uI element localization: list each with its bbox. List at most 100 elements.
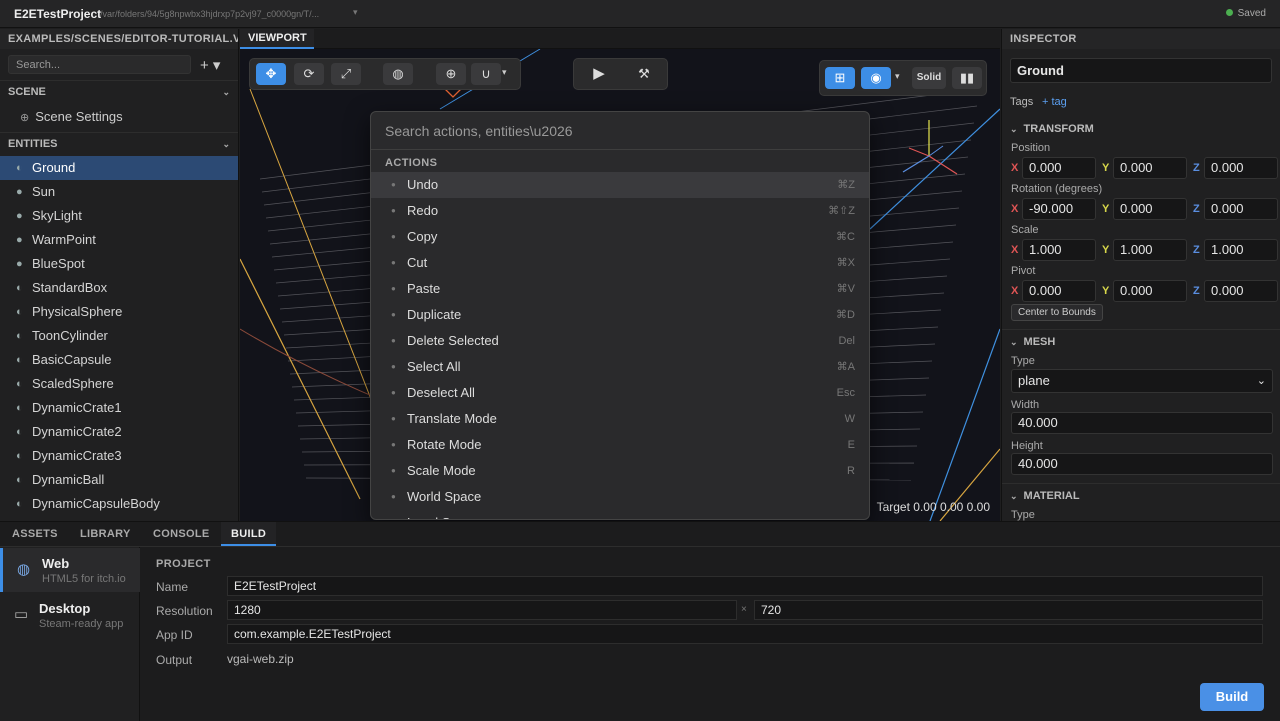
tab-build[interactable]: BUILD <box>221 522 277 546</box>
tab-assets[interactable]: ASSETS <box>2 522 68 546</box>
entity-item[interactable]: ◐ ToonCylinder <box>0 324 238 348</box>
palette-action-item[interactable]: ● Paste ⌘V <box>371 276 869 302</box>
palette-action-item[interactable]: ● Undo ⌘Z <box>371 172 869 198</box>
bullet-icon: ● <box>391 510 396 519</box>
scene-path: EXAMPLES/SCENES/EDITOR-TUTORIAL.VS <box>0 29 238 49</box>
solid-shading-button[interactable]: Solid <box>912 67 946 89</box>
palette-action-item[interactable]: ● Local Space <box>371 510 869 519</box>
resolution-height-field[interactable]: 720 <box>754 600 1263 620</box>
bullet-icon: ● <box>391 440 396 449</box>
rotation-x-field[interactable]: -90.000 <box>1022 198 1096 220</box>
height-field[interactable]: 40.000 <box>1011 453 1273 475</box>
mesh-section-header[interactable]: ⌄ MESH <box>1010 336 1055 348</box>
play-icon[interactable]: ▶ <box>584 63 614 85</box>
tab-console[interactable]: CONSOLE <box>143 522 220 546</box>
tab-library[interactable]: LIBRARY <box>70 522 141 546</box>
target-web[interactable]: ◍ Web HTML5 for itch.io <box>0 548 140 592</box>
entity-item[interactable]: ● Sun <box>0 180 238 204</box>
pivot-icon[interactable]: ⊕ <box>436 63 466 85</box>
entity-item[interactable]: ◐ ScaledSphere <box>0 372 238 396</box>
save-status: Saved <box>1225 8 1266 19</box>
move-tool-icon[interactable]: ✥ <box>256 63 286 85</box>
target-desktop[interactable]: ▭ Desktop Steam-ready app <box>0 593 140 637</box>
entity-item[interactable]: ◐ DynamicCrate3 <box>0 444 238 468</box>
entity-item[interactable]: ◐ BasicCapsule <box>0 348 238 372</box>
app-id-field[interactable]: com.example.E2ETestProject <box>227 624 1263 644</box>
rotation-y-field[interactable]: 0.000 <box>1113 198 1187 220</box>
world-space-icon[interactable]: ◍ <box>383 63 413 85</box>
build-hammer-icon[interactable]: ⚒ <box>629 63 659 85</box>
entity-item[interactable]: ◐ PhysicalSphere <box>0 300 238 324</box>
chevron-down-icon[interactable]: ▾ <box>502 67 507 78</box>
shortcut-hint: ⌘X <box>836 257 855 269</box>
visibility-eye-icon[interactable]: ◉ <box>861 67 891 89</box>
transform-section-header[interactable]: ⌄ TRANSFORM <box>1010 123 1094 135</box>
palette-action-item[interactable]: ● Scale Mode R <box>371 458 869 484</box>
scale-y-field[interactable]: 1.000 <box>1113 239 1187 261</box>
resolution-width-field[interactable]: 1280 <box>227 600 737 620</box>
center-to-bounds-button[interactable]: Center to Bounds <box>1011 304 1103 321</box>
position-y-field[interactable]: 0.000 <box>1113 157 1187 179</box>
palette-action-item[interactable]: ● Rotate Mode E <box>371 432 869 458</box>
entity-item[interactable]: ● BlueSpot <box>0 252 238 276</box>
palette-action-item[interactable]: ● Duplicate ⌘D <box>371 302 869 328</box>
build-button[interactable]: Build <box>1200 683 1264 711</box>
rotation-z-field[interactable]: 0.000 <box>1204 198 1278 220</box>
entity-item[interactable]: ● WarmPoint <box>0 228 238 252</box>
save-status-label: Saved <box>1237 8 1266 19</box>
position-x-field[interactable]: 0.000 <box>1022 157 1096 179</box>
entity-item[interactable]: ◐ Ground <box>0 156 238 180</box>
entity-search-input[interactable]: Search... <box>8 55 191 74</box>
project-name[interactable]: E2ETestProject <box>14 7 101 21</box>
palette-action-item[interactable]: ● World Space <box>371 484 869 510</box>
entities-section-header[interactable]: ENTITIES ⌄ <box>0 132 238 154</box>
tags-label: Tags <box>1010 96 1034 108</box>
rotate-tool-icon[interactable]: ⟳ <box>294 63 324 85</box>
entity-item[interactable]: ◐ StandardBox <box>0 276 238 300</box>
scale-z-field[interactable]: 1.000 <box>1204 239 1278 261</box>
pivot-z-field[interactable]: 0.000 <box>1204 280 1278 302</box>
mesh-type-select[interactable]: plane ⌄ <box>1011 369 1273 393</box>
scale-tool-icon[interactable]: ⤢ <box>331 63 361 85</box>
grid-view-icon[interactable]: ⊞ <box>825 67 855 89</box>
palette-action-item[interactable]: ● Copy ⌘C <box>371 224 869 250</box>
pivot-y-field[interactable]: 0.000 <box>1113 280 1187 302</box>
entity-item[interactable]: ◐ DynamicBall <box>0 468 238 492</box>
command-search-input[interactable]: Search actions, entities\u2026 <box>371 112 869 150</box>
position-label: Position <box>1011 142 1051 154</box>
material-section-header[interactable]: ⌄ MATERIAL <box>1010 490 1080 502</box>
light-icon: ● <box>16 210 23 222</box>
add-tag-link[interactable]: + tag <box>1042 96 1067 108</box>
palette-action-item[interactable]: ● Redo ⌘⇧Z <box>371 198 869 224</box>
chevron-down-icon: ⌄ <box>1010 491 1018 501</box>
palette-action-item[interactable]: ● Translate Mode W <box>371 406 869 432</box>
palette-action-item[interactable]: ● Cut ⌘X <box>371 250 869 276</box>
palette-action-item[interactable]: ● Delete Selected Del <box>371 328 869 354</box>
palette-action-item[interactable]: ● Deselect All Esc <box>371 380 869 406</box>
scene-settings-item[interactable]: ⊕ Scene Settings <box>20 109 123 124</box>
target-desktop-sub: Steam-ready app <box>39 618 124 630</box>
scale-x-field[interactable]: 1.000 <box>1022 239 1096 261</box>
bullet-icon: ● <box>391 414 396 423</box>
entity-item[interactable]: ◐ DynamicCrate2 <box>0 420 238 444</box>
entity-name-field[interactable]: Ground <box>1010 58 1272 83</box>
snap-magnet-icon[interactable]: ∪ <box>471 63 501 85</box>
stats-chart-icon[interactable]: ▮▮ <box>952 67 982 89</box>
width-field[interactable]: 40.000 <box>1011 412 1273 434</box>
entity-item[interactable]: ◐ DynamicCapsuleBody <box>0 492 238 516</box>
bullet-icon: ● <box>391 336 396 345</box>
bullet-icon: ● <box>391 258 396 267</box>
inspector-panel: INSPECTOR Ground Tags + tag ⌄ TRANSFORM P… <box>1001 29 1280 521</box>
palette-action-item[interactable]: ● Select All ⌘A <box>371 354 869 380</box>
entity-item[interactable]: ● SkyLight <box>0 204 238 228</box>
scene-section-header[interactable]: SCENE ⌄ <box>0 80 238 102</box>
shortcut-hint: Esc <box>836 387 855 399</box>
project-name-field[interactable]: E2ETestProject <box>227 576 1263 596</box>
position-z-field[interactable]: 0.000 <box>1204 157 1278 179</box>
entity-item[interactable]: ◐ DynamicCrate1 <box>0 396 238 420</box>
chevron-down-icon[interactable]: ▾ <box>353 7 358 18</box>
add-entity-button[interactable]: + ▾ <box>200 56 220 74</box>
tab-viewport[interactable]: VIEWPORT <box>240 29 314 49</box>
chevron-down-icon[interactable]: ▾ <box>895 71 900 82</box>
pivot-x-field[interactable]: 0.000 <box>1022 280 1096 302</box>
